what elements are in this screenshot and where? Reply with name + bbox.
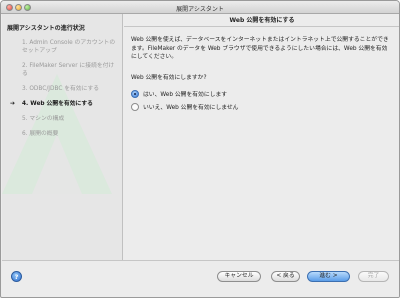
next-button[interactable]: 進む >: [307, 271, 350, 282]
sidebar-heading: 展開アシスタントの進行状況: [7, 25, 85, 32]
cancel-button[interactable]: キャンセル: [217, 271, 261, 282]
step-item-admin-console: 1. Admin Console のアカウントのセットアップ: [7, 39, 119, 55]
step-label: 1. Admin Console のアカウントのセットアップ: [22, 40, 116, 54]
current-step-arrow-icon: ➔: [10, 100, 16, 107]
wizard-window: 展開アシスタント 展開アシスタントの進行状況 1. Admin Console …: [0, 0, 400, 298]
progress-sidebar: 展開アシスタントの進行状況 1. Admin Console のアカウントのセッ…: [2, 14, 123, 260]
step-list: 1. Admin Console のアカウントのセットアップ 2. FileMa…: [7, 39, 119, 145]
radio-enable-web-publishing[interactable]: はい、Web 公開を有効にします: [131, 89, 227, 98]
radio-label[interactable]: いいえ、Web 公開を有効にしません: [143, 102, 238, 111]
radio-label[interactable]: はい、Web 公開を有効にします: [143, 89, 227, 98]
step-item-summary: 6. 展開の概要: [7, 130, 119, 138]
step-label: 4. Web 公開を有効にする: [22, 101, 93, 107]
step-label: 3. ODBC/JDBC を有効にする: [22, 86, 100, 92]
step-item-web-publishing: ➔ 4. Web 公開を有効にする: [7, 100, 119, 108]
button-bar: ? キャンセル < 戻る 進む > 完了: [2, 260, 399, 297]
step-item-machine-config: 5. マシンの構成: [7, 115, 119, 123]
page-title: Web 公開を有効にする: [124, 14, 399, 27]
radio-button-selected[interactable]: [131, 89, 139, 98]
description-text: Web 公開を使えば、データベースをインターネットまたはイントラネット上で公開す…: [131, 37, 389, 60]
question-text: Web 公開を有効にしますか?: [131, 75, 207, 81]
finish-button[interactable]: 完了: [358, 271, 389, 282]
content-panel: Web 公開を有効にする Web 公開を使えば、データベースをインターネットまた…: [124, 14, 399, 260]
step-label: 5. マシンの構成: [22, 116, 65, 122]
back-button[interactable]: < 戻る: [271, 271, 300, 282]
step-label: 2. FileMaker Server に接続を付ける: [22, 63, 115, 77]
radio-button[interactable]: [131, 102, 139, 111]
title-bar[interactable]: 展開アシスタント: [1, 1, 399, 14]
window-title: 展開アシスタント: [176, 6, 224, 13]
step-label: 6. 展開の概要: [22, 131, 59, 137]
step-item-connect-server: 2. FileMaker Server に接続を付ける: [7, 62, 119, 78]
step-item-odbc-jdbc: 3. ODBC/JDBC を有効にする: [7, 85, 119, 93]
radio-disable-web-publishing[interactable]: いいえ、Web 公開を有効にしません: [131, 102, 238, 111]
help-icon[interactable]: ?: [11, 271, 22, 282]
